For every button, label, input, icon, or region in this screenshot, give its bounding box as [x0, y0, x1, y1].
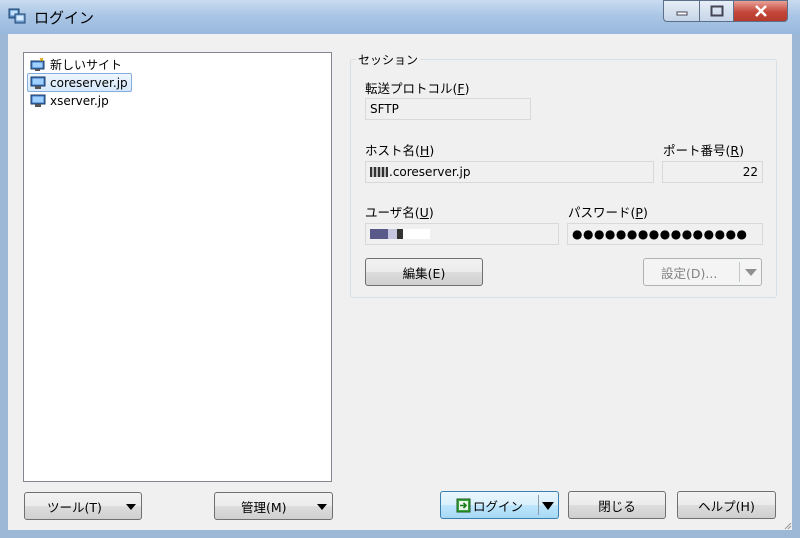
chevron-down-icon	[542, 502, 554, 510]
host-label: ホスト名(H)	[365, 143, 435, 158]
chevron-down-icon	[317, 504, 327, 510]
host-input[interactable]: .coreserver.jp	[365, 161, 654, 183]
computer-icon	[30, 76, 46, 89]
login-icon	[456, 498, 471, 512]
chevron-down-icon	[126, 504, 136, 510]
close-button[interactable]: 閉じる	[568, 491, 666, 519]
site-item-new[interactable]: 新しいサイト	[27, 55, 126, 74]
maximize-icon	[710, 5, 723, 17]
port-input[interactable]: 22	[662, 161, 763, 183]
site-tree[interactable]: 新しいサイト coreserver.jp xserver.jp	[23, 52, 332, 482]
password-input[interactable]: ●●●●●●●●●●●●●●●●	[567, 223, 763, 245]
help-button[interactable]: ヘルプ(H)	[677, 491, 776, 519]
session-group-label: セッション	[356, 51, 421, 68]
site-item-xserver[interactable]: xserver.jp	[27, 91, 113, 110]
site-item-label: xserver.jp	[50, 93, 109, 108]
dialog-client-area: 新しいサイト coreserver.jp xserver.jp セッション 転送…	[8, 34, 792, 530]
protocol-label: 転送プロトコル(F)	[365, 81, 470, 96]
winscp-app-icon	[8, 8, 26, 24]
minimize-button[interactable]	[663, 0, 700, 22]
site-item-coreserver[interactable]: coreserver.jp	[27, 73, 132, 92]
site-item-label: 新しいサイト	[50, 58, 123, 72]
login-button[interactable]: ログイン	[440, 491, 559, 519]
tools-button[interactable]: ツール(T)	[24, 492, 142, 520]
chevron-down-icon	[745, 269, 757, 276]
resize-grip-icon[interactable]	[782, 520, 792, 530]
edit-button[interactable]: 編集(E)	[365, 258, 483, 286]
redacted-host-mark	[370, 167, 388, 177]
site-item-label: coreserver.jp	[50, 75, 128, 90]
user-input[interactable]	[365, 223, 559, 245]
new-site-icon	[30, 57, 45, 71]
protocol-select[interactable]: SFTP	[365, 98, 531, 120]
close-window-button[interactable]	[733, 0, 788, 22]
password-label: パスワード(P)	[568, 205, 648, 220]
window-title: ログイン	[34, 9, 95, 27]
user-label: ユーザ名(U)	[365, 205, 434, 220]
title-bar: ログイン	[0, 0, 800, 34]
computer-icon	[30, 94, 46, 107]
minimize-icon	[676, 11, 687, 16]
advanced-settings-button[interactable]: 設定(D)...	[643, 258, 762, 286]
port-label: ポート番号(R)	[663, 143, 744, 158]
manage-button[interactable]: 管理(M)	[214, 492, 333, 520]
close-icon	[754, 5, 767, 17]
redacted-user-mark	[370, 229, 430, 239]
maximize-button[interactable]	[699, 0, 734, 22]
